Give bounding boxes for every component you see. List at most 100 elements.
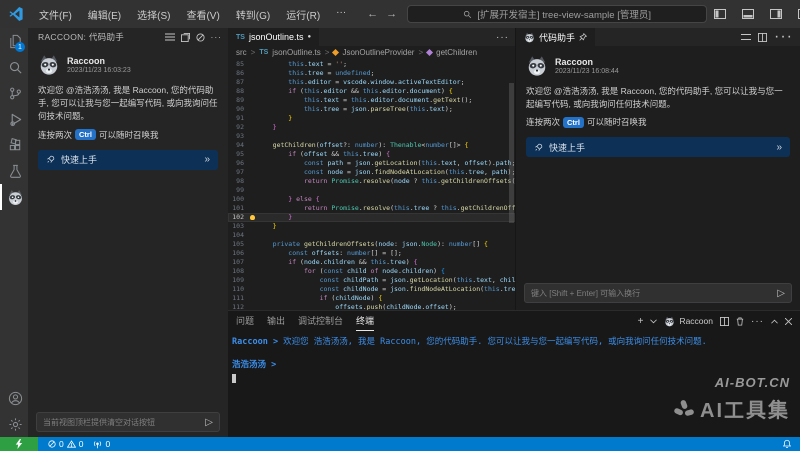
test-beaker-icon[interactable] (0, 158, 28, 184)
raccoon-assistant-icon[interactable] (0, 184, 28, 210)
code-line[interactable]: 110 const childNode = json.findNodeAtLoc… (228, 285, 515, 294)
line-number: 97 (228, 168, 248, 177)
close-panel-icon[interactable] (785, 318, 792, 325)
code-line[interactable]: 111 if (childNode) { (228, 294, 515, 303)
new-terminal-icon[interactable]: + (638, 316, 644, 327)
code-line[interactable]: 86 this.tree = undefined; (228, 69, 515, 78)
remote-indicator[interactable] (0, 437, 38, 451)
extensions-icon[interactable] (0, 132, 28, 158)
chevron-up-icon[interactable] (771, 319, 778, 324)
code-line[interactable]: 92 } (228, 123, 515, 132)
menu-file[interactable]: 文件(F) (32, 4, 79, 25)
code-line[interactable]: 94 getChildren(offset?: number): Thenabl… (228, 141, 515, 150)
code-line[interactable]: 101 return Promise.resolve(this.tree ? t… (228, 204, 515, 213)
code-line[interactable]: 88 if (this.editor && this.editor.docume… (228, 87, 515, 96)
source-control-icon[interactable] (0, 80, 28, 106)
code-line[interactable]: 108 for (const child of node.children) { (228, 267, 515, 276)
code-line[interactable]: 98 return Promise.resolve(node ? this.ge… (228, 177, 515, 186)
terminal-welcome-text: 欢迎您 浩浩汤汤, 我是 Raccoon, 您的代码助手. 您可以让我与您一起编… (278, 337, 707, 347)
code-line[interactable]: 109 const childPath = json.getLocation(t… (228, 276, 515, 285)
breadcrumb-file[interactable]: jsonOutline.ts (272, 48, 320, 57)
code-line[interactable]: 112 offsets.push(childNode.offset); (228, 303, 515, 310)
kill-terminal-trash-icon[interactable] (736, 317, 744, 326)
menu-view[interactable]: 查看(V) (179, 4, 226, 25)
more-actions-icon[interactable] (211, 32, 223, 42)
send-icon[interactable] (205, 417, 213, 428)
accounts-icon[interactable] (0, 385, 28, 411)
code-line[interactable]: 100 } else { (228, 195, 515, 204)
toggle-panel-button[interactable] (735, 0, 761, 28)
window-search-title: [扩展开发宿主] tree-view-sample [管理员] (477, 7, 651, 21)
tab-jsonoutline[interactable]: TS jsonOutline.ts ● (228, 28, 319, 46)
tab-code-assistant[interactable]: 代码助手 (516, 28, 595, 46)
split-editor-icon[interactable] (758, 33, 767, 42)
menu-more[interactable]: ··· (329, 4, 353, 25)
dirty-indicator-icon[interactable]: ● (307, 34, 311, 40)
tab-problems[interactable]: 问题 (236, 311, 254, 331)
more-actions-icon[interactable] (774, 28, 793, 46)
lightbulb-icon[interactable] (248, 215, 257, 220)
code-line[interactable]: 103 } (228, 222, 515, 231)
chat-list-icon[interactable] (165, 33, 175, 41)
quick-start-button[interactable]: 快速上手 » (526, 137, 790, 157)
code-line[interactable]: 106 const offsets: number[] = []; (228, 249, 515, 258)
breadcrumb-class[interactable]: JsonOutlineProvider (342, 48, 414, 57)
tab-output[interactable]: 输出 (267, 311, 285, 331)
split-terminal-icon[interactable] (720, 317, 729, 326)
code-line[interactable]: 91 } (228, 114, 515, 123)
breadcrumb-method[interactable]: getChildren (436, 48, 477, 57)
code-line[interactable]: 97 const node = json.findNodeAtLocation(… (228, 168, 515, 177)
code-line[interactable]: 105 private getChildrenOffsets(node: jso… (228, 240, 515, 249)
chevron-down-icon[interactable] (650, 319, 657, 324)
terminal[interactable]: Raccoon > 欢迎您 浩浩汤汤, 我是 Raccoon, 您的代码助手. … (228, 331, 800, 437)
layout-icon[interactable] (741, 33, 751, 41)
quick-start-button[interactable]: 快速上手 » (38, 150, 218, 170)
breadcrumb-separator: > (251, 48, 256, 57)
terminal-profile-label: Raccoon (679, 316, 713, 326)
problems-status[interactable]: 0 0 (48, 439, 83, 449)
send-icon[interactable] (777, 288, 785, 299)
code-line[interactable]: 95 if (offset && this.tree) { (228, 150, 515, 159)
code-line[interactable]: 96 const path = json.getLocation(this.te… (228, 159, 515, 168)
code-line[interactable]: 87 this.editor = vscode.window.activeTex… (228, 78, 515, 87)
menu-selection[interactable]: 选择(S) (130, 4, 177, 25)
clear-session-icon[interactable] (196, 33, 205, 42)
assistant-chat-input-field[interactable] (531, 289, 773, 298)
code-editor[interactable]: 85 this.text = '';86 this.tree = undefin… (228, 59, 515, 310)
editor-more-actions-icon[interactable] (496, 32, 509, 43)
ports-status[interactable]: 0 (93, 439, 110, 449)
sidebar-chat-input-field[interactable] (43, 418, 201, 427)
code-line[interactable]: 90 this.tree = json.parseTree(this.text)… (228, 105, 515, 114)
search-view-icon[interactable] (0, 54, 28, 80)
menu-go[interactable]: 转到(G) (229, 4, 277, 25)
toggle-secondary-sidebar-button[interactable] (763, 0, 789, 28)
toggle-sidebar-button[interactable] (707, 0, 733, 28)
notifications-bell-icon[interactable] (782, 439, 792, 449)
command-center[interactable]: [扩展开发宿主] tree-view-sample [管理员] (407, 5, 707, 23)
more-actions-icon[interactable] (751, 316, 764, 327)
tab-debug-console[interactable]: 调试控制台 (298, 311, 343, 331)
code-line[interactable]: 99 (228, 186, 515, 195)
code-line[interactable]: 93 (228, 132, 515, 141)
code-line[interactable]: 89 this.text = this.editor.document.getT… (228, 96, 515, 105)
code-line[interactable]: 104 (228, 231, 515, 240)
tab-terminal[interactable]: 终端 (356, 311, 374, 331)
scrollbar-thumb[interactable] (509, 83, 514, 223)
run-debug-icon[interactable] (0, 106, 28, 132)
editor-scrollbar[interactable] (508, 59, 515, 310)
typescript-file-icon: TS (259, 49, 268, 56)
code-line[interactable]: 102 } (228, 213, 515, 222)
menu-edit[interactable]: 编辑(E) (81, 4, 128, 25)
explorer-icon[interactable]: 1 (0, 28, 28, 54)
code-line[interactable]: 107 if (node.children && this.tree) { (228, 258, 515, 267)
back-icon[interactable] (367, 8, 378, 20)
settings-gear-icon[interactable] (0, 411, 28, 437)
pin-icon[interactable] (579, 33, 587, 41)
new-chat-icon[interactable] (181, 33, 190, 42)
customize-layout-button[interactable] (791, 0, 800, 28)
forward-icon[interactable] (386, 8, 397, 20)
breadcrumb-src[interactable]: src (236, 48, 247, 57)
code-line[interactable]: 85 this.text = ''; (228, 60, 515, 69)
menu-run[interactable]: 运行(R) (279, 4, 327, 25)
terminal-profile[interactable]: Raccoon (664, 316, 713, 327)
